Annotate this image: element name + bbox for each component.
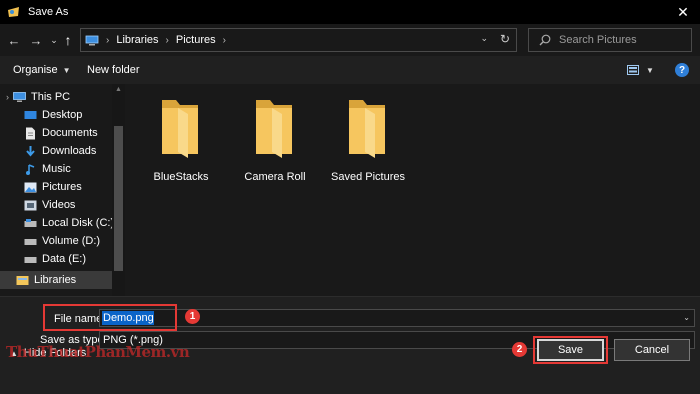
- documents-icon: [24, 127, 37, 140]
- sidebar-item-label: Music: [42, 163, 71, 175]
- sidebar-item-label: Data (E:): [42, 253, 87, 265]
- view-options-button[interactable]: ▼: [627, 65, 654, 75]
- breadcrumb-libraries[interactable]: Libraries: [116, 34, 158, 46]
- sidebar-item-music[interactable]: Music: [24, 160, 71, 178]
- sidebar-item-downloads[interactable]: Downloads: [24, 142, 96, 160]
- sidebar-item-desktop[interactable]: Desktop: [24, 106, 82, 124]
- highlight-box-filename: [43, 304, 177, 331]
- pictures-icon: [24, 181, 37, 194]
- address-dropdown-icon[interactable]: ⌄: [480, 33, 488, 44]
- desktop-icon: [24, 109, 37, 122]
- drive-icon: [24, 235, 37, 248]
- search-icon: [539, 34, 551, 46]
- back-button[interactable]: ←: [5, 31, 23, 49]
- search-input[interactable]: [559, 34, 689, 46]
- expand-icon[interactable]: ›: [6, 92, 9, 102]
- chevron-down-icon: ▼: [62, 66, 71, 75]
- file-list: BlueStacks Camera Roll Saved Pictures: [125, 84, 700, 296]
- downloads-icon: [24, 145, 37, 158]
- chevron-down-icon: ▼: [646, 65, 654, 75]
- address-bar[interactable]: › Libraries › Pictures › ⌄ ↻: [80, 28, 517, 52]
- save-button[interactable]: Save: [537, 339, 604, 361]
- drive-icon: [24, 253, 37, 266]
- sidebar-item-label: Pictures: [42, 181, 82, 193]
- new-folder-button[interactable]: New folder: [87, 64, 140, 76]
- command-toolbar: Organise ▼ New folder ▼ ?: [0, 56, 700, 84]
- libraries-icon: [16, 274, 29, 287]
- save-panel: File name: ⌄ 1 Save as type: PNG (*.png)…: [0, 296, 700, 394]
- computer-icon: [85, 35, 99, 46]
- address-row: ← → ⌄ ↑ › Libraries › Pictures › ⌄ ↻: [0, 24, 700, 56]
- folder-item-bluestacks[interactable]: BlueStacks: [141, 96, 221, 183]
- chevron-down-icon[interactable]: ⌄: [683, 313, 690, 322]
- breadcrumb-pictures[interactable]: Pictures: [176, 34, 216, 46]
- folder-icon: [162, 100, 198, 158]
- watermark: ThuThuatPhanMem.vn: [6, 343, 190, 361]
- breadcrumb-separator: ›: [222, 34, 226, 46]
- sidebar-item-volume-d[interactable]: Volume (D:): [24, 232, 100, 250]
- sidebar-item-pictures[interactable]: Pictures: [24, 178, 82, 196]
- computer-icon: [13, 91, 26, 104]
- sidebar-item-label: Downloads: [42, 145, 97, 157]
- sidebar-item-label: Videos: [42, 199, 76, 211]
- sidebar-item-this-pc[interactable]: › This PC: [6, 88, 110, 106]
- sidebar-item-videos[interactable]: Videos: [24, 196, 75, 214]
- cancel-button[interactable]: Cancel: [614, 339, 690, 361]
- sidebar-scrollbar[interactable]: ▲: [112, 84, 125, 296]
- sidebar-item-documents[interactable]: Documents: [24, 124, 98, 142]
- folder-icon: [349, 100, 385, 158]
- forward-button[interactable]: →: [27, 31, 45, 49]
- sidebar-item-local-disk-c[interactable]: Local Disk (C:): [24, 214, 114, 232]
- music-icon: [24, 163, 37, 176]
- title-bar: Save As ✕: [0, 0, 700, 24]
- folder-icon: [256, 100, 292, 158]
- sidebar-item-label: Libraries: [34, 274, 77, 286]
- app-icon: [6, 4, 22, 20]
- organise-label: Organise: [13, 64, 58, 76]
- sidebar-item-label: Volume (D:): [42, 235, 101, 247]
- navigation-pane: › This PC Desktop Documents Downloads Mu…: [0, 84, 125, 296]
- folder-item-camera-roll[interactable]: Camera Roll: [235, 96, 315, 183]
- view-icon: [627, 65, 639, 75]
- sidebar-item-label: Local Disk (C:): [42, 217, 115, 229]
- scroll-up-icon[interactable]: ▲: [115, 86, 122, 93]
- sidebar-item-data-e[interactable]: Data (E:): [24, 250, 86, 268]
- step-badge-1: 1: [185, 309, 200, 324]
- sidebar-item-label: This PC: [31, 91, 71, 103]
- sidebar-item-libraries[interactable]: Libraries: [0, 271, 112, 289]
- videos-icon: [24, 199, 37, 212]
- breadcrumb-separator: ›: [106, 34, 110, 46]
- up-button[interactable]: ↑: [59, 31, 77, 49]
- refresh-icon[interactable]: ↻: [500, 32, 510, 46]
- folder-name: BlueStacks: [153, 171, 209, 183]
- sidebar-item-label: Desktop: [42, 109, 83, 121]
- folder-name: Saved Pictures: [331, 171, 405, 183]
- folder-item-saved-pictures[interactable]: Saved Pictures: [328, 96, 408, 183]
- breadcrumb-separator: ›: [165, 34, 169, 46]
- organise-menu[interactable]: Organise ▼: [13, 64, 71, 76]
- step-badge-2: 2: [512, 342, 527, 357]
- scrollbar-thumb[interactable]: [114, 126, 123, 271]
- drive-icon: [24, 217, 37, 230]
- close-button[interactable]: ✕: [666, 0, 700, 24]
- sidebar-item-label: Documents: [42, 127, 98, 139]
- folder-name: Camera Roll: [244, 171, 306, 183]
- search-box[interactable]: [528, 28, 692, 52]
- window-title: Save As: [28, 6, 69, 18]
- help-button[interactable]: ?: [675, 63, 689, 77]
